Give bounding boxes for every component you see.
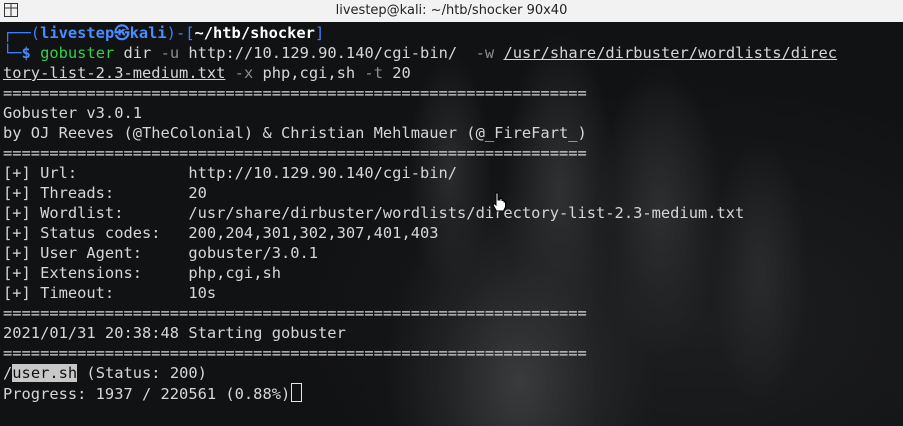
prompt-user-host: livestep㉿kali [40, 24, 167, 42]
wordlist-path-part1: /usr/share/dirbuster/wordlists/direc [503, 44, 838, 62]
terminal-window: livestep@kali: ~/htb/shocker 90x40 ┌──(l… [0, 0, 903, 426]
setting-status-codes: [+] Status codes: 200,204,301,302,307,40… [3, 223, 439, 243]
text-cursor [291, 383, 303, 402]
setting-url: [+] Url: http://10.129.90.140/cgi-bin/ [3, 163, 457, 183]
result-status: (Status: 200) [77, 364, 207, 382]
result-selected-name[interactable]: user.sh [12, 364, 78, 382]
separator: ========================================… [3, 84, 587, 102]
progress-line: Progress: 1937 / 220561 (0.88%) [3, 383, 303, 403]
flag-t: -t [364, 64, 383, 82]
command-url: http://10.129.90.140/cgi-bin/ [179, 44, 476, 62]
start-line: 2021/01/31 20:38:48 Starting gobuster [3, 324, 346, 342]
command-threads: 20 [382, 64, 411, 82]
setting-value: php,cgi,sh [188, 264, 281, 282]
prompt-second-prefix: └─ [3, 44, 22, 62]
banner-version: Gobuster v3.0.1 [3, 104, 142, 122]
title-bar[interactable]: livestep@kali: ~/htb/shocker 90x40 [0, 0, 903, 23]
setting-timeout: [+] Timeout: 10s [3, 283, 216, 303]
setting-value: 200,204,301,302,307,401,403 [188, 224, 439, 242]
separator: ========================================… [3, 344, 587, 362]
mouse-pointer-hand-icon [491, 192, 507, 216]
prompt-close: ] [314, 24, 325, 42]
setting-key: [+] Threads: [3, 184, 189, 202]
result-line: /user.sh (Status: 200) [3, 363, 207, 383]
setting-value: gobuster/3.0.1 [188, 244, 319, 262]
separator: ========================================… [3, 144, 587, 162]
prompt-path: ~/htb/shocker [194, 24, 315, 42]
prompt-line: ┌──(livestep㉿kali)-[~/htb/shocker] [3, 23, 324, 43]
setting-wordlist: [+] Wordlist: /usr/share/dirbuster/wordl… [3, 203, 744, 223]
command-line-wrap: tory-list-2.3-medium.txt -x php,cgi,sh -… [3, 63, 411, 83]
prompt-open: ┌──( [3, 24, 41, 42]
prompt-mid: )-[ [166, 24, 195, 42]
command-program: gobuster [40, 44, 115, 62]
separator: ========================================… [3, 304, 587, 322]
setting-value: /usr/share/dirbuster/wordlists/directory… [188, 204, 745, 222]
result-slash: / [3, 364, 13, 382]
setting-key: [+] Status codes: [3, 224, 189, 242]
flag-x: -x [234, 64, 254, 82]
prompt-dollar: $ [21, 44, 31, 62]
setting-threads: [+] Threads: 20 [3, 183, 207, 203]
setting-key: [+] Url: [3, 164, 189, 182]
window-title: livestep@kali: ~/htb/shocker 90x40 [335, 3, 568, 18]
setting-key: [+] Extensions: [3, 264, 189, 282]
setting-key: [+] Wordlist: [3, 204, 189, 222]
flag-w: -w [475, 44, 495, 62]
wordlist-path-part2: tory-list-2.3-medium.txt [3, 64, 226, 82]
command-subcommand: dir [114, 44, 161, 62]
progress-text: Progress: 1937 / 220561 (0.88%) [3, 385, 291, 403]
setting-value: 20 [188, 184, 207, 202]
flag-u: -u [160, 44, 180, 62]
setting-key: [+] User Agent: [3, 244, 189, 262]
terminal-output[interactable]: ┌──(livestep㉿kali)-[~/htb/shocker] └─$ g… [0, 22, 903, 426]
setting-value: 10s [188, 284, 217, 302]
command-extensions: php,cgi,sh [253, 64, 365, 82]
banner-authors: by OJ Reeves (@TheColonial) & Christian … [3, 124, 587, 142]
setting-user-agent: [+] User Agent: gobuster/3.0.1 [3, 243, 318, 263]
command-line: └─$ gobuster dir -u http://10.129.90.140… [3, 43, 837, 63]
setting-value: http://10.129.90.140/cgi-bin/ [188, 164, 458, 182]
setting-extensions: [+] Extensions: php,cgi,sh [3, 263, 281, 283]
setting-key: [+] Timeout: [3, 284, 189, 302]
